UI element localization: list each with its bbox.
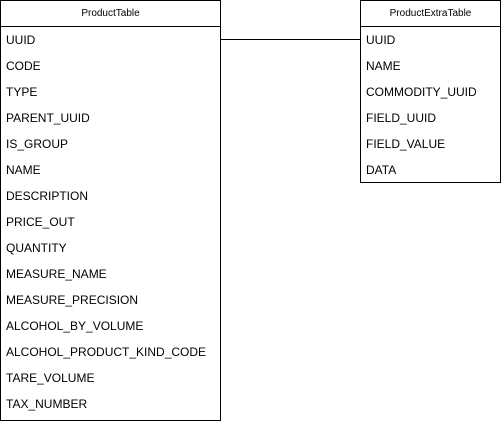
field-name[interactable]: NAME (361, 53, 500, 79)
field-measure-name[interactable]: MEASURE_NAME (1, 261, 220, 287)
field-alcohol-product-kind-code[interactable]: ALCOHOL_PRODUCT_KIND_CODE (1, 339, 220, 365)
field-tax-number[interactable]: TAX_NUMBER (1, 391, 220, 417)
field-field-value[interactable]: FIELD_VALUE (361, 131, 500, 157)
product-extra-table-field-list: UUID NAME COMMODITY_UUID FIELD_UUID FIEL… (361, 27, 500, 183)
field-field-uuid[interactable]: FIELD_UUID (361, 105, 500, 131)
field-uuid[interactable]: UUID (1, 27, 220, 53)
field-code[interactable]: CODE (1, 53, 220, 79)
field-name[interactable]: NAME (1, 157, 220, 183)
product-extra-table-entity[interactable]: ProductExtraTable UUID NAME COMMODITY_UU… (360, 0, 501, 183)
relationship-connector-line[interactable] (220, 39, 361, 40)
field-type[interactable]: TYPE (1, 79, 220, 105)
field-commodity-uuid[interactable]: COMMODITY_UUID (361, 79, 500, 105)
product-table-title: ProductTable (1, 1, 220, 27)
product-extra-table-title: ProductExtraTable (361, 1, 500, 27)
product-table-entity[interactable]: ProductTable UUID CODE TYPE PARENT_UUID … (0, 0, 221, 421)
product-table-field-list: UUID CODE TYPE PARENT_UUID IS_GROUP NAME… (1, 27, 220, 417)
field-description[interactable]: DESCRIPTION (1, 183, 220, 209)
field-price-out[interactable]: PRICE_OUT (1, 209, 220, 235)
field-tare-volume[interactable]: TARE_VOLUME (1, 365, 220, 391)
field-is-group[interactable]: IS_GROUP (1, 131, 220, 157)
field-alcohol-by-volume[interactable]: ALCOHOL_BY_VOLUME (1, 313, 220, 339)
field-parent-uuid[interactable]: PARENT_UUID (1, 105, 220, 131)
field-data[interactable]: DATA (361, 157, 500, 183)
field-quantity[interactable]: QUANTITY (1, 235, 220, 261)
field-uuid[interactable]: UUID (361, 27, 500, 53)
field-measure-precision[interactable]: MEASURE_PRECISION (1, 287, 220, 313)
